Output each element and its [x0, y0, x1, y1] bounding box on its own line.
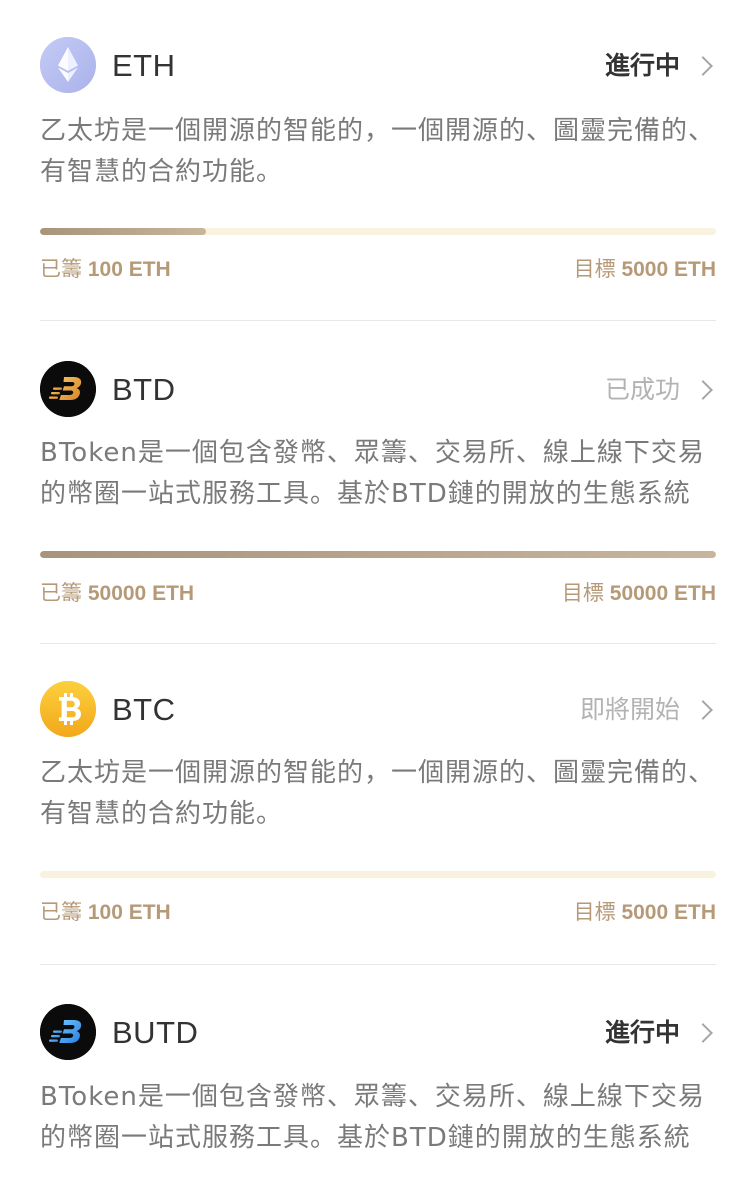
- raised-amount: 已籌 50000 ETH: [40, 579, 194, 609]
- project-description: 乙太坊是一個開源的智能的，一個開源的、圖靈完備的、有智慧的合約功能。: [40, 116, 716, 187]
- target-value: 5000 ETH: [621, 901, 716, 924]
- chevron-right-icon: [693, 56, 713, 76]
- progress-bar: [40, 871, 716, 878]
- divider: [40, 320, 716, 321]
- project-card-eth[interactable]: ETH 進行中 乙太坊是一個開源的智能的，一個開源的、圖靈完備的、有智慧的合約功…: [40, 37, 716, 281]
- chevron-right-icon: [693, 380, 713, 400]
- project-description: BToken是一個包含發幣、眾籌、交易所、線上線下交易的幣圈一站式服務工具。基於…: [40, 1082, 705, 1153]
- project-symbol: ETH: [112, 48, 176, 83]
- progress-bar: [40, 228, 716, 235]
- chevron-right-icon: [693, 700, 713, 720]
- raised-amount: 已籌 100 ETH: [40, 255, 171, 285]
- target-value: 5000 ETH: [621, 258, 716, 281]
- status-link[interactable]: 已成功: [605, 372, 716, 408]
- raised-value: 100 ETH: [87, 901, 171, 924]
- funding-stats: 已籌 50000 ETH 目標 50000 ETH: [40, 579, 716, 609]
- btoken-blue-icon: [40, 1004, 96, 1060]
- progress-fill: [40, 228, 206, 235]
- funding-stats: 已籌 100 ETH 目標 5000 ETH: [40, 898, 716, 928]
- target-value: 50000 ETH: [609, 582, 716, 605]
- target-label: 目標: [573, 258, 616, 281]
- project-symbol: BUTD: [112, 1015, 199, 1050]
- funding-stats: 已籌 100 ETH 目標 5000 ETH: [40, 255, 716, 285]
- status-label: 已成功: [604, 375, 680, 404]
- ethereum-icon: [40, 37, 96, 93]
- project-card-btd[interactable]: BTD 已成功 BToken是一個包含發幣、眾籌、交易所、線上線下交易的幣圈一站…: [40, 361, 716, 605]
- raised-label: 已籌: [40, 582, 82, 605]
- target-label: 目標: [561, 582, 604, 605]
- target-amount: 目標 5000 ETH: [574, 255, 716, 285]
- status-link[interactable]: 進行中: [605, 48, 716, 84]
- progress-bar: [40, 551, 716, 558]
- raised-label: 已籌: [40, 901, 82, 924]
- crowdfunding-project-list: ETH 進行中 乙太坊是一個開源的智能的，一個開源的、圖靈完備的、有智慧的合約功…: [0, 0, 750, 1185]
- project-symbol: BTD: [112, 372, 176, 407]
- project-description: BToken是一個包含發幣、眾籌、交易所、線上線下交易的幣圈一站式服務工具。基於…: [40, 438, 705, 509]
- raised-value: 100 ETH: [87, 258, 171, 281]
- divider: [40, 643, 716, 644]
- status-link[interactable]: 進行中: [605, 1015, 716, 1051]
- target-amount: 目標 5000 ETH: [574, 898, 716, 928]
- divider: [40, 964, 716, 965]
- chevron-right-icon: [693, 1023, 713, 1043]
- project-card-butd[interactable]: BUTD 進行中 BToken是一個包含發幣、眾籌、交易所、線上線下交易的幣圈一…: [40, 1004, 716, 1153]
- bitcoin-icon: [40, 681, 96, 737]
- project-header: ETH 進行中: [40, 37, 716, 97]
- status-label: 即將開始: [579, 695, 680, 724]
- raised-label: 已籌: [40, 258, 82, 281]
- project-symbol: BTC: [112, 692, 176, 727]
- project-header: BUTD 進行中: [40, 1004, 716, 1064]
- btoken-gold-icon: [40, 361, 96, 417]
- status-label: 進行中: [604, 51, 680, 80]
- status-link[interactable]: 即將開始: [580, 692, 716, 728]
- project-header: BTC 即將開始: [40, 681, 716, 741]
- status-label: 進行中: [604, 1018, 680, 1047]
- target-amount: 目標 50000 ETH: [562, 579, 716, 609]
- raised-amount: 已籌 100 ETH: [40, 898, 171, 928]
- progress-fill: [40, 551, 716, 558]
- project-card-btc[interactable]: BTC 即將開始 乙太坊是一個開源的智能的，一個開源的、圖靈完備的、有智慧的合約…: [40, 681, 716, 924]
- raised-value: 50000 ETH: [87, 582, 195, 605]
- target-label: 目標: [573, 901, 616, 924]
- project-header: BTD 已成功: [40, 361, 716, 421]
- project-description: 乙太坊是一個開源的智能的，一個開源的、圖靈完備的、有智慧的合約功能。: [40, 758, 716, 829]
